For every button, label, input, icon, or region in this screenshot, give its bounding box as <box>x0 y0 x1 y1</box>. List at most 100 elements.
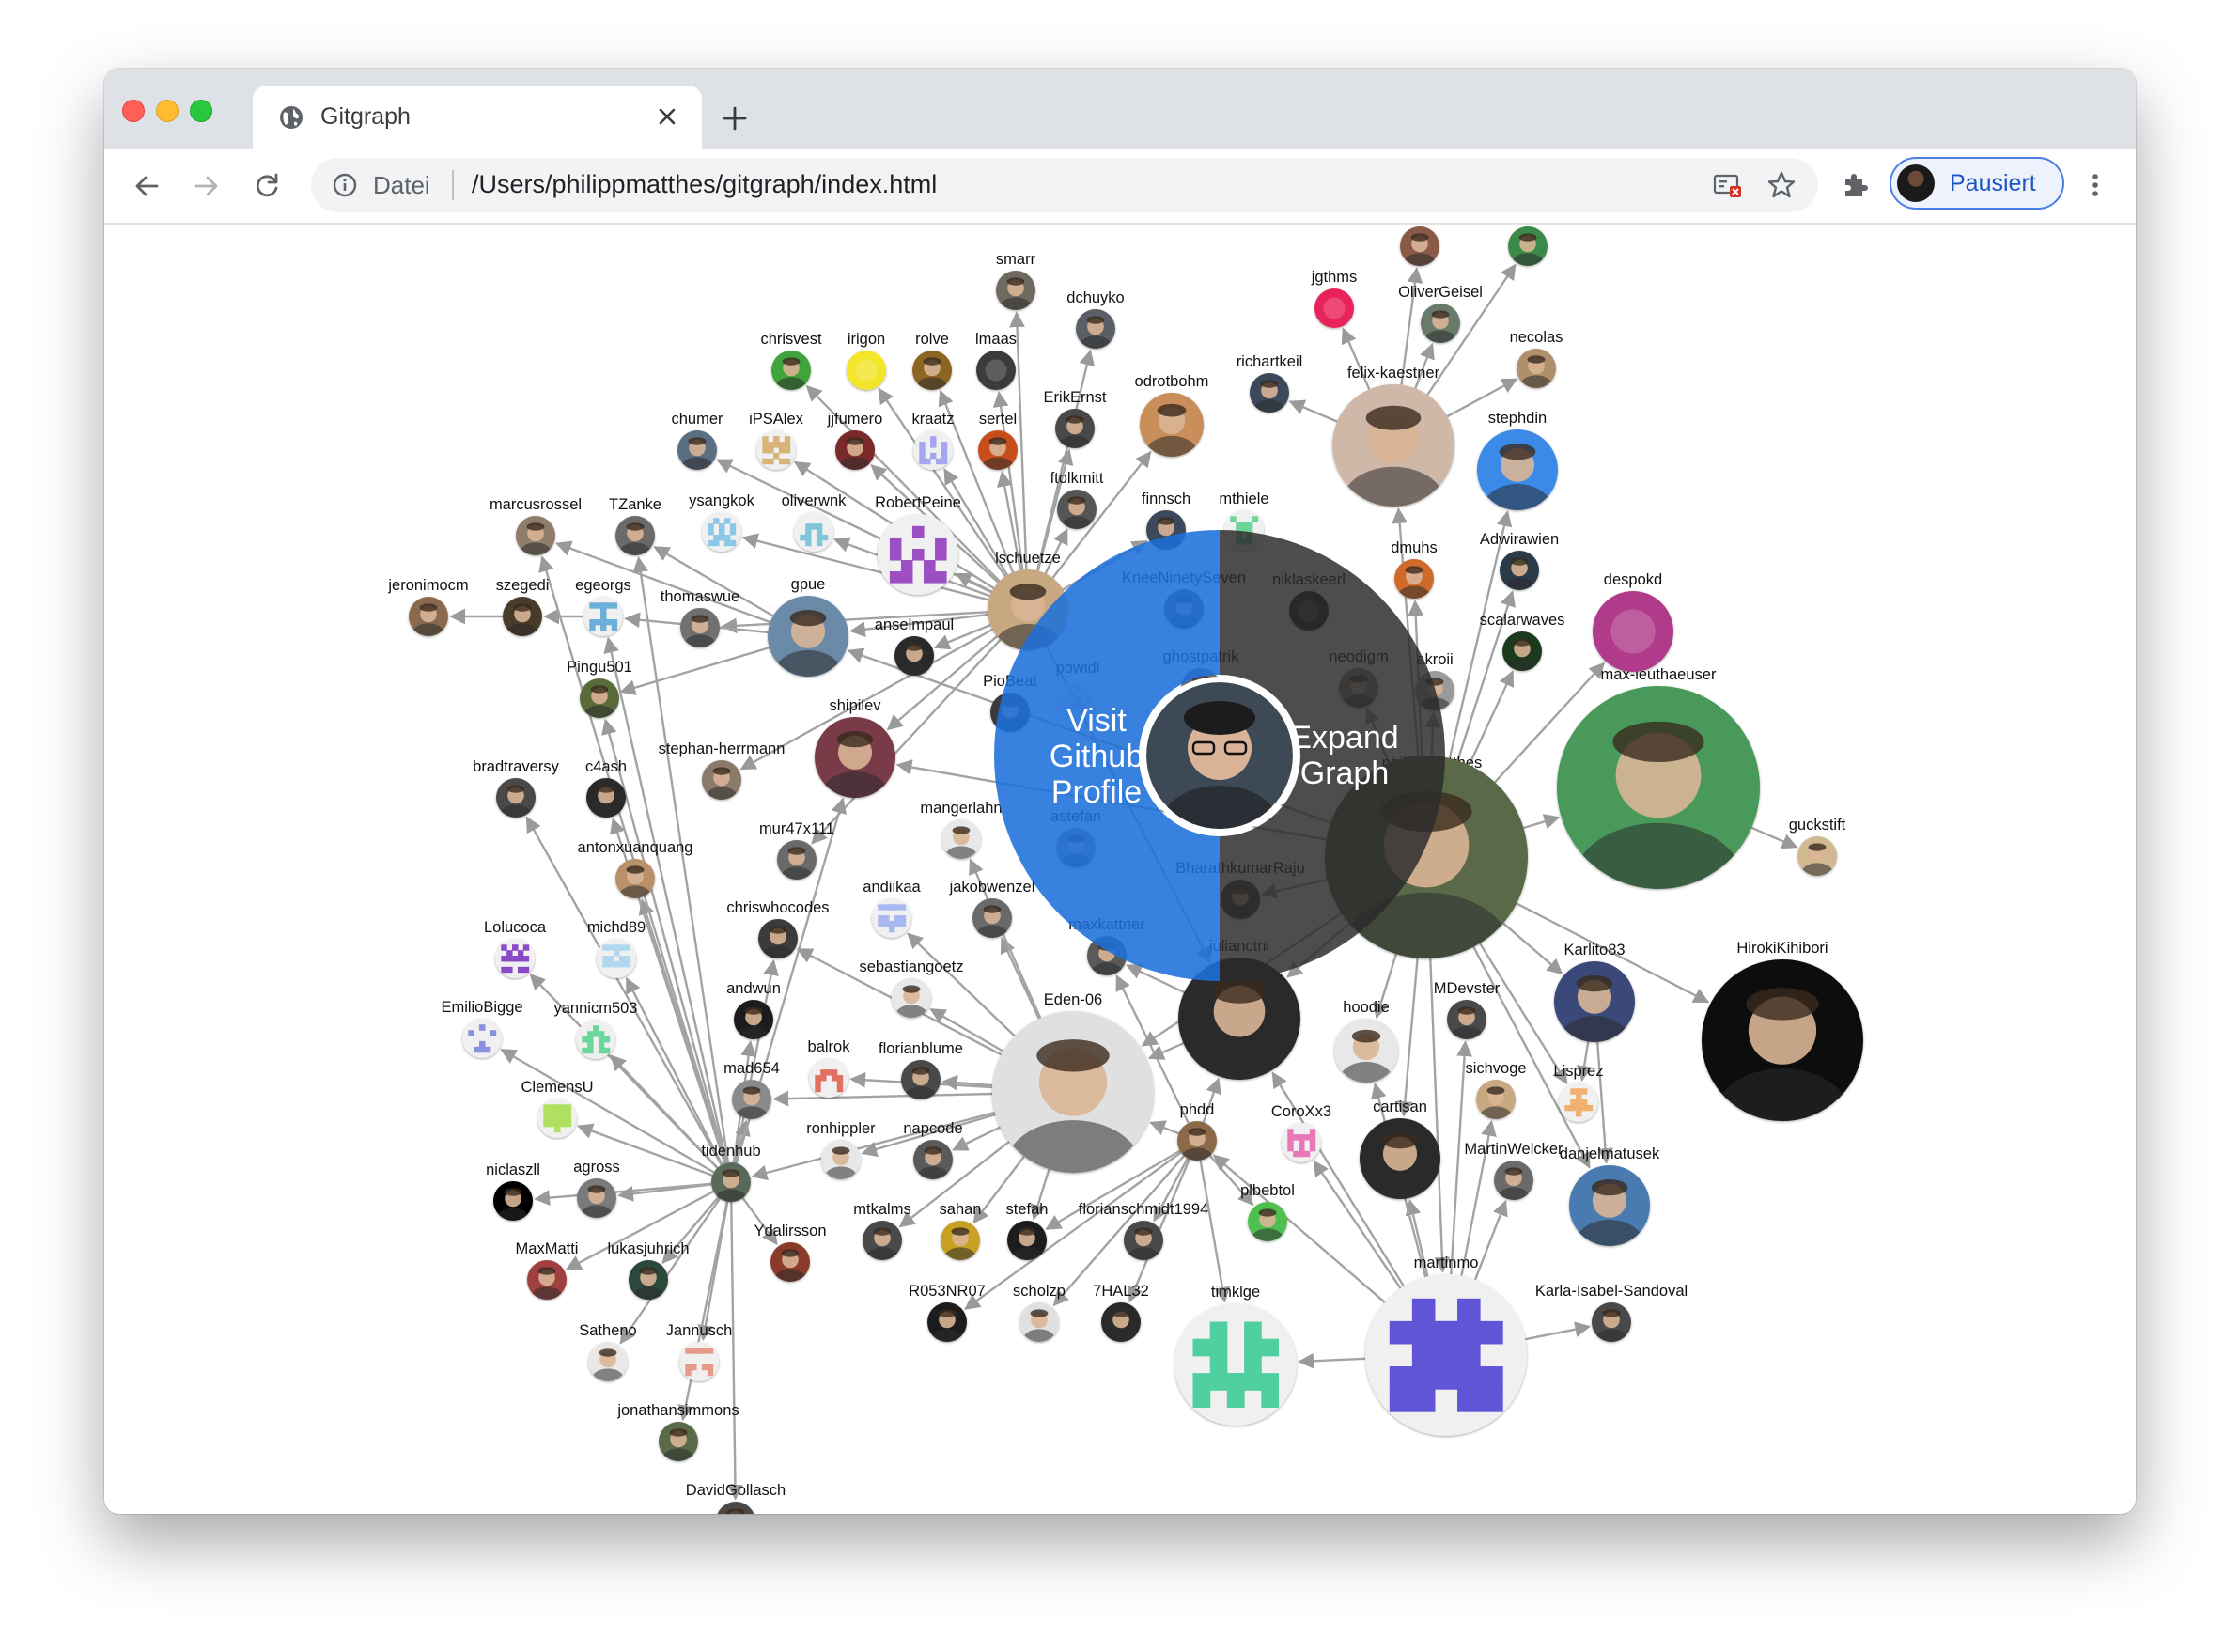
camera-blocked-icon[interactable] <box>1713 171 1743 199</box>
user-node-stephdin[interactable]: stephdin <box>1477 410 1558 533</box>
user-node-karlito83[interactable]: Karlito83 <box>1554 942 1635 1065</box>
user-node-hoodie[interactable]: hoodie <box>1334 999 1398 1100</box>
tab-gitgraph[interactable]: Gitgraph <box>253 86 702 149</box>
user-node-scalarwaves[interactable]: scalarwaves <box>1480 612 1565 682</box>
reload-icon[interactable] <box>251 170 283 202</box>
user-node-felix-kaestner[interactable]: felix-kaestner <box>1332 365 1454 540</box>
user-node-jjfumero[interactable]: jjfumero <box>827 411 883 481</box>
user-node-topb[interactable] <box>1508 226 1548 277</box>
user-node-jgthms[interactable]: jgthms <box>1311 269 1358 328</box>
user-node-mad654[interactable]: mad654 <box>723 1060 780 1130</box>
user-node-dmuhs[interactable]: dmuhs <box>1391 539 1438 610</box>
user-node-sichvoge[interactable]: sichvoge <box>1465 1060 1527 1130</box>
user-node-timklge[interactable]: timklge <box>1174 1284 1297 1426</box>
user-node-martinwelcker[interactable]: MartinWelcker <box>1464 1141 1563 1211</box>
github-graph[interactable]: smarr dchuyko chrisvest irigon rolve lmaas Eri… <box>104 225 2136 1514</box>
kebab-menu-icon[interactable] <box>2079 169 2111 201</box>
user-node-andiikaa[interactable]: andiikaa <box>863 879 922 938</box>
user-node-stephan-herrmann[interactable]: stephan-herrmann <box>659 740 786 811</box>
info-icon[interactable] <box>332 172 358 198</box>
user-node-chriswhocodes[interactable]: chriswhocodes <box>726 899 830 970</box>
user-node-jonathansimmons[interactable]: jonathansimmons <box>616 1402 739 1473</box>
user-node-florianblume[interactable]: florianblume <box>879 1040 963 1111</box>
user-node-ftolkmitt[interactable]: ftolkmitt <box>1050 470 1104 540</box>
user-node-plbebtol[interactable]: plbebtol <box>1240 1182 1295 1253</box>
user-node-chrisvest[interactable]: chrisvest <box>760 331 822 401</box>
user-node-tzanke[interactable]: TZanke <box>609 496 661 567</box>
user-node-szegedi[interactable]: szegedi <box>496 577 550 647</box>
user-node-davidgollasch[interactable]: DavidGollasch <box>686 1482 786 1514</box>
user-node-lukasjuhrich[interactable]: lukasjuhrich <box>607 1240 690 1311</box>
back-icon[interactable] <box>131 170 163 202</box>
user-node-hirokikihibori[interactable]: HirokiKihibori <box>1702 940 1863 1165</box>
user-node-robertpeine[interactable]: RobertPeine <box>875 494 961 595</box>
user-node-michd89[interactable]: michd89 <box>587 919 646 978</box>
user-node-emiliobigge[interactable]: EmilioBigge <box>441 999 523 1058</box>
user-node-erikernst[interactable]: ErikErnst <box>1044 389 1107 460</box>
forward-icon[interactable] <box>191 170 223 202</box>
user-node-chumer[interactable]: chumer <box>671 411 723 481</box>
user-node-balrok[interactable]: balrok <box>808 1038 851 1098</box>
user-node-maxmatti[interactable]: MaxMatti <box>516 1240 579 1311</box>
user-node-jannusch[interactable]: Jannusch <box>666 1322 733 1381</box>
user-node-cartisan[interactable]: cartisan <box>1360 1099 1440 1222</box>
user-node-mtkalms[interactable]: mtkalms <box>853 1201 911 1271</box>
maximize-window-button[interactable] <box>190 100 212 122</box>
user-node-niclaszll[interactable]: niclaszll <box>486 1161 540 1232</box>
user-node-oliverwnk[interactable]: oliverwnk <box>782 492 848 552</box>
user-node-anselmpaul[interactable]: anselmpaul <box>875 616 954 687</box>
user-node-jeronimocm[interactable]: jeronimocm <box>387 577 469 647</box>
user-node-ydalirsson[interactable]: Ydalirsson <box>754 1223 827 1293</box>
user-node-marcusrossel[interactable]: marcusrossel <box>490 496 582 567</box>
puzzle-icon[interactable] <box>1839 169 1871 201</box>
user-node-shipilev[interactable]: shipilev <box>815 697 895 820</box>
star-icon[interactable] <box>1766 169 1797 201</box>
user-node-adwirawien[interactable]: Adwirawien <box>1480 531 1559 601</box>
user-node-yannicm503[interactable]: yannicm503 <box>554 1000 638 1059</box>
user-node-stefah[interactable]: stefah <box>1006 1201 1049 1271</box>
user-node-max-leuthaeuser[interactable]: max-leuthaeuser <box>1557 666 1760 944</box>
user-node-ysangkok[interactable]: ysangkok <box>689 492 755 552</box>
user-node-rolve[interactable]: rolve <box>912 331 952 401</box>
user-node-kraatz[interactable]: kraatz <box>912 411 955 470</box>
user-node-egeorgs[interactable]: egeorgs <box>575 577 631 636</box>
user-node-despokd[interactable]: despokd <box>1593 571 1673 672</box>
user-node-napcode[interactable]: napcode <box>903 1120 963 1191</box>
user-node-florianschmidt1994[interactable]: florianschmidt1994 <box>1079 1201 1209 1271</box>
user-node-topa[interactable] <box>1400 226 1439 277</box>
minimize-window-button[interactable] <box>156 100 179 122</box>
user-node-phdd[interactable]: phdd <box>1177 1101 1217 1172</box>
user-node-clemensu[interactable]: ClemensU <box>521 1079 594 1138</box>
plus-icon[interactable] <box>719 102 751 134</box>
address-bar[interactable]: Datei /Users/philippmatthes/gitgraph/ind… <box>311 158 1818 212</box>
user-node-lolucoca[interactable]: Lolucoca <box>484 919 547 978</box>
user-node-mangerlahn[interactable]: mangerlahn <box>920 800 1003 870</box>
url-text[interactable]: /Users/philippmatthes/gitgraph/index.htm… <box>472 170 937 199</box>
user-node-antonxuanquang[interactable]: antonxuanquang <box>578 839 693 910</box>
user-node-mdevster[interactable]: MDevster <box>1434 980 1501 1051</box>
user-node-ipsalex[interactable]: iPSAlex <box>749 411 804 470</box>
user-node-dchuyko[interactable]: dchuyko <box>1066 289 1125 360</box>
user-node-karla-isabel-sandoval[interactable]: Karla-Isabel-Sandoval <box>1535 1283 1688 1353</box>
user-node-martinmo[interactable]: martinmo <box>1365 1255 1527 1436</box>
user-node-jakobwenzel[interactable]: jakobwenzel <box>949 879 1035 949</box>
user-node-ronhippler[interactable]: ronhippler <box>806 1120 876 1191</box>
user-node-smarr[interactable]: smarr <box>996 251 1036 321</box>
profile-button[interactable]: Pausiert <box>1890 157 2064 210</box>
user-node-irigon[interactable]: irigon <box>847 331 886 390</box>
user-node-eden-06[interactable]: Eden-06 <box>992 991 1154 1217</box>
user-node-lmaas[interactable]: lmaas <box>975 331 1017 390</box>
user-node-danjelmatusek[interactable]: danjelmatusek <box>1560 1145 1660 1269</box>
user-node-7hal32[interactable]: 7HAL32 <box>1093 1283 1149 1353</box>
close-icon[interactable] <box>649 99 685 134</box>
user-node-necolas[interactable]: necolas <box>1510 329 1563 399</box>
user-node-satheno[interactable]: Satheno <box>579 1322 637 1393</box>
user-node-scholzp[interactable]: scholzp <box>1013 1283 1066 1353</box>
user-node-mur47x111[interactable]: mur47x111 <box>759 820 834 891</box>
user-node-richartkeil[interactable]: richartkeil <box>1237 353 1303 424</box>
user-node-agross[interactable]: agross <box>573 1159 620 1229</box>
user-node-bradtraversy[interactable]: bradtraversy <box>473 758 560 829</box>
user-node-sertel[interactable]: sertel <box>978 411 1018 481</box>
close-window-button[interactable] <box>122 100 145 122</box>
user-node-r053nr07[interactable]: R053NR07 <box>909 1283 986 1353</box>
